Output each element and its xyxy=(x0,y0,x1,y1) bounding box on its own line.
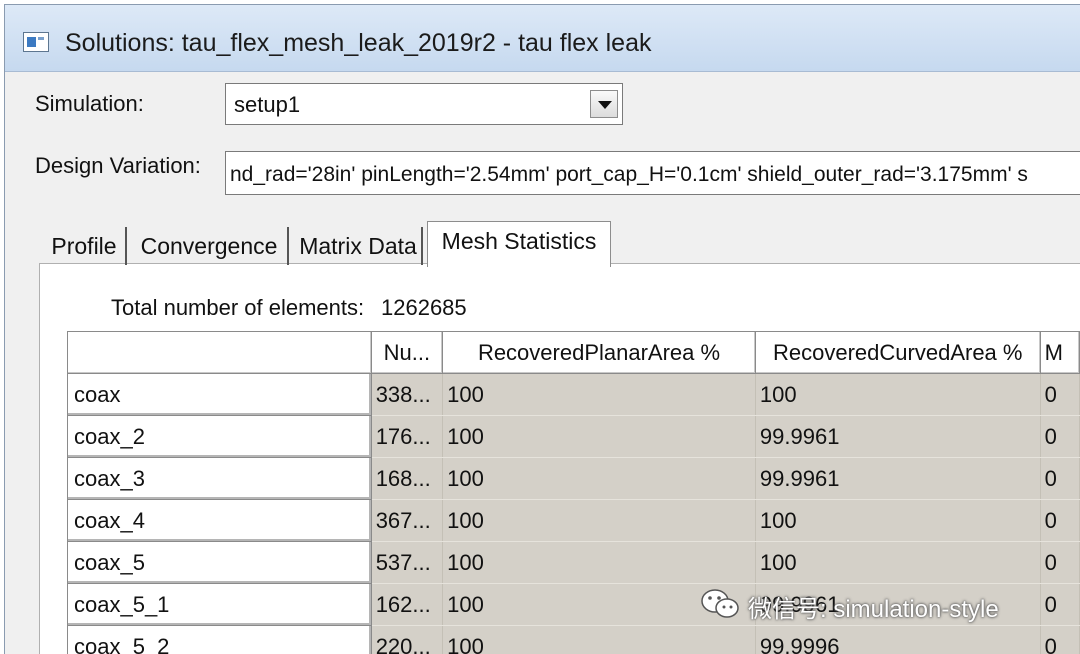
chevron-down-icon xyxy=(598,101,612,109)
cell-more: 0 xyxy=(1040,415,1080,458)
cell-curved: 100 xyxy=(755,373,1041,416)
cell-curved: 99.9961 xyxy=(755,415,1041,458)
row-name[interactable]: coax_4 xyxy=(67,499,372,542)
total-elements-value: 1262685 xyxy=(381,295,467,320)
cell-more: 0 xyxy=(1040,499,1080,542)
row-name[interactable]: coax_2 xyxy=(67,415,372,458)
cell-planar: 100 xyxy=(442,625,756,654)
cell-num: 176... xyxy=(371,415,444,458)
column-header-num[interactable]: Nu... xyxy=(370,331,444,374)
cell-planar: 100 xyxy=(442,373,756,416)
table-header-row: Nu... RecoveredPlanarArea % RecoveredCur… xyxy=(67,331,1080,374)
table-row[interactable]: coax_2 176... 100 99.9961 0 xyxy=(67,415,1080,458)
row-name[interactable]: coax_5_2 xyxy=(67,625,372,654)
column-header-recovered-planar-area[interactable]: RecoveredPlanarArea % xyxy=(442,331,756,374)
cell-num: 367... xyxy=(371,499,444,542)
cell-curved: 100 xyxy=(755,499,1041,542)
tab-convergence-label: Convergence xyxy=(140,233,278,259)
design-variation-value: nd_rad='28in' pinLength='2.54mm' port_ca… xyxy=(230,163,1028,186)
design-variation-field[interactable]: nd_rad='28in' pinLength='2.54mm' port_ca… xyxy=(225,151,1080,195)
table-row[interactable]: coax_5_2 220... 100 99.9996 0 xyxy=(67,625,1080,654)
table-row[interactable]: coax 338... 100 100 0 xyxy=(67,373,1080,416)
row-name[interactable]: coax_5 xyxy=(67,541,372,584)
row-name[interactable]: coax xyxy=(67,373,372,416)
simulation-select[interactable]: setup1 xyxy=(225,83,623,125)
cell-more: 0 xyxy=(1040,583,1080,626)
window-title: Solutions: tau_flex_mesh_leak_2019r2 - t… xyxy=(65,29,652,57)
cell-curved: 99.9961 xyxy=(755,457,1041,500)
column-header-more[interactable]: M xyxy=(1039,331,1080,374)
tab-strip: Profile Convergence Matrix Data Mesh Sta… xyxy=(41,221,1080,267)
tab-mesh-statistics-label: Mesh Statistics xyxy=(441,228,597,254)
tab-convergence[interactable]: Convergence xyxy=(131,227,289,265)
cell-more: 0 xyxy=(1040,625,1080,654)
row-name[interactable]: coax_5_1 xyxy=(67,583,372,626)
cell-planar: 100 xyxy=(442,541,756,584)
tab-matrix-data-label: Matrix Data xyxy=(299,233,417,259)
cell-num: 537... xyxy=(371,541,444,584)
tab-matrix-data[interactable]: Matrix Data xyxy=(295,227,423,265)
cell-planar: 100 xyxy=(442,415,756,458)
app-window-icon xyxy=(23,32,49,52)
cell-curved: 99.9996 xyxy=(755,625,1041,654)
tab-profile[interactable]: Profile xyxy=(43,227,127,265)
simulation-selected-value: setup1 xyxy=(234,92,301,117)
design-variation-label: Design Variation: xyxy=(35,153,201,178)
tab-mesh-statistics[interactable]: Mesh Statistics xyxy=(427,221,611,267)
wechat-icon xyxy=(701,589,739,618)
cell-num: 162... xyxy=(371,583,444,626)
cell-more: 0 xyxy=(1040,373,1080,416)
total-elements-label: Total number of elements: xyxy=(111,295,365,320)
column-header-recovered-curved-area[interactable]: RecoveredCurvedArea % xyxy=(754,331,1041,374)
title-bar: Solutions: tau_flex_mesh_leak_2019r2 - t… xyxy=(5,5,1080,72)
cell-planar: 100 xyxy=(442,499,756,542)
table-row[interactable]: coax_5 537... 100 100 0 xyxy=(67,541,1080,584)
cell-planar: 100 xyxy=(442,457,756,500)
solutions-window: Solutions: tau_flex_mesh_leak_2019r2 - t… xyxy=(4,4,1080,654)
cell-num: 338... xyxy=(371,373,444,416)
cell-num: 220... xyxy=(371,625,444,654)
simulation-label: Simulation: xyxy=(35,91,144,116)
simulation-dropdown-button[interactable] xyxy=(590,90,618,118)
cell-curved: 100 xyxy=(755,541,1041,584)
row-name[interactable]: coax_3 xyxy=(67,457,372,500)
watermark-text: 微信号: simulation-style xyxy=(748,596,999,623)
table-row[interactable]: coax_4 367... 100 100 0 xyxy=(67,499,1080,542)
cell-more: 0 xyxy=(1040,457,1080,500)
cell-num: 168... xyxy=(371,457,444,500)
column-header-name[interactable] xyxy=(67,331,372,374)
table-row[interactable]: coax_3 168... 100 99.9961 0 xyxy=(67,457,1080,500)
cell-more: 0 xyxy=(1040,541,1080,584)
tab-profile-label: Profile xyxy=(51,233,117,259)
